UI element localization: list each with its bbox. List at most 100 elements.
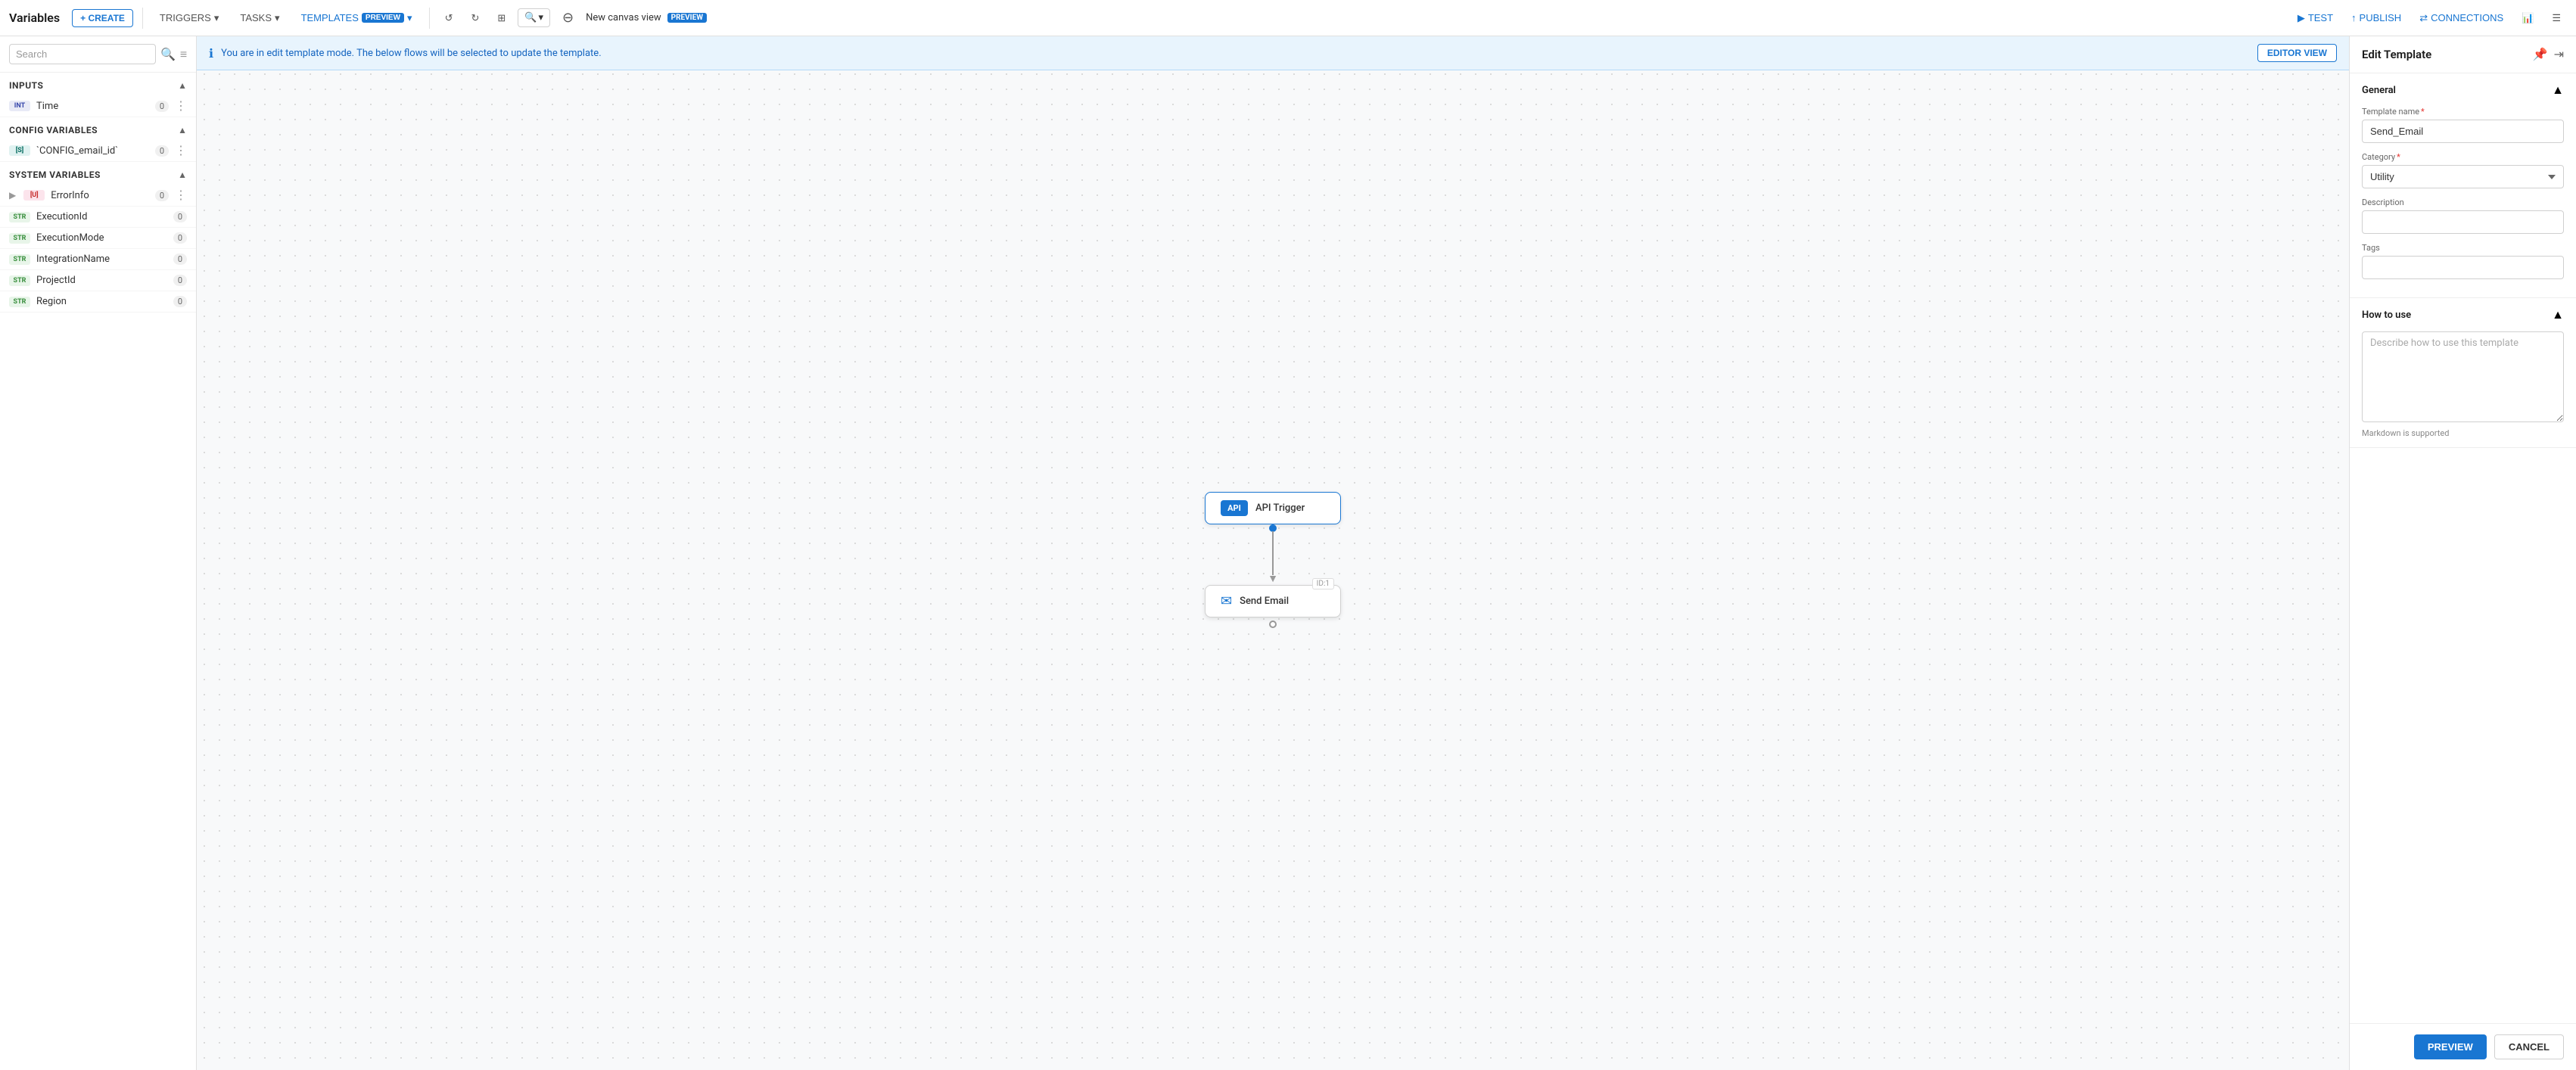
config-section-header[interactable]: Config Variables ▲	[0, 117, 196, 140]
connector-arrow-icon: ▼	[1268, 572, 1278, 585]
connections-button[interactable]: ⇄ CONNECTIONS	[2413, 9, 2509, 27]
list-item: ▶ [U] ErrorInfo 0 ⋮	[0, 185, 196, 207]
canvas[interactable]: ℹ You are in edit template mode. The bel…	[197, 36, 2349, 1070]
node-bottom-dot	[1269, 621, 1277, 628]
var-name: `CONFIG_email_id`	[36, 145, 149, 157]
config-chevron-icon: ▲	[178, 125, 187, 135]
list-item: [S] `CONFIG_email_id` 0 ⋮	[0, 140, 196, 162]
list-item: STR ProjectId 0	[0, 270, 196, 291]
more-menu-icon[interactable]: ⋮	[175, 145, 187, 157]
general-section-header[interactable]: General ▲	[2362, 82, 2564, 98]
test-label: TEST	[2308, 12, 2333, 23]
triggers-chevron-icon: ▾	[214, 12, 219, 24]
zoom-out-icon: ⊖	[562, 10, 574, 26]
description-label: Description	[2362, 198, 2564, 207]
how-to-use-chevron-icon: ▲	[2552, 307, 2564, 322]
send-email-node[interactable]: ID:1 ✉ Send Email	[1205, 585, 1341, 617]
flow-connector: ▼	[1268, 524, 1278, 585]
more-menu-icon[interactable]: ⋮	[175, 189, 187, 201]
type-badge: STR	[9, 275, 30, 286]
node-id-badge: ID:1	[1312, 578, 1334, 589]
triggers-tab[interactable]: TRIGGERS ▾	[152, 9, 226, 27]
var-name: Time	[36, 101, 149, 112]
how-to-use-section-header[interactable]: How to use ▲	[2362, 307, 2564, 322]
var-name: IntegrationName	[36, 254, 167, 265]
zoom-control[interactable]: 🔍 ▾	[518, 8, 550, 27]
inputs-section-title: Inputs	[9, 80, 43, 91]
required-indicator: *	[2397, 152, 2400, 162]
type-badge: [U]	[23, 190, 45, 201]
layout-icon: ⊞	[497, 12, 506, 24]
api-trigger-node[interactable]: API API Trigger	[1205, 492, 1341, 524]
expand-icon[interactable]: ▶	[9, 190, 16, 201]
templates-preview-badge: PREVIEW	[362, 13, 404, 23]
var-count: 0	[155, 101, 169, 112]
publish-button[interactable]: ↑ PUBLISH	[2345, 9, 2407, 26]
tags-label: Tags	[2362, 243, 2564, 253]
redo-button[interactable]: ↻	[465, 9, 485, 27]
connections-label: CONNECTIONS	[2431, 12, 2503, 23]
list-item: STR IntegrationName 0	[0, 249, 196, 270]
type-badge: INT	[9, 101, 30, 111]
sidebar-search-bar: 🔍 ≡	[0, 36, 196, 73]
how-to-use-textarea[interactable]	[2362, 331, 2564, 422]
api-badge: API	[1221, 500, 1248, 516]
banner-text: You are in edit template mode. The below…	[221, 48, 602, 59]
var-count: 0	[173, 232, 187, 244]
expand-icon: ⇥	[2554, 48, 2564, 61]
var-count: 0	[173, 275, 187, 286]
editor-view-button[interactable]: EDITOR VIEW	[2257, 44, 2337, 62]
tasks-tab[interactable]: TASKS ▾	[232, 9, 287, 27]
var-count: 0	[173, 254, 187, 265]
sidebar: 🔍 ≡ Inputs ▲ INT Time 0 ⋮ Config Variabl…	[0, 36, 197, 1070]
navbar: Variables + CREATE TRIGGERS ▾ TASKS ▾ TE…	[0, 0, 2576, 36]
general-section: General ▲ Template name * Category * Uti…	[2350, 73, 2576, 298]
category-select[interactable]: Utility Communication Data Custom	[2362, 165, 2564, 188]
system-section-header[interactable]: System Variables ▲	[0, 162, 196, 185]
test-button[interactable]: ▶ TEST	[2291, 9, 2339, 27]
inputs-list: INT Time 0 ⋮	[0, 95, 196, 117]
main-layout: 🔍 ≡ Inputs ▲ INT Time 0 ⋮ Config Variabl…	[0, 36, 2576, 1070]
zoom-out-button[interactable]: ⊖	[556, 7, 580, 29]
var-name: ProjectId	[36, 275, 167, 286]
connections-icon: ⇄	[2419, 12, 2428, 24]
create-button[interactable]: + CREATE	[72, 9, 133, 27]
panel-title: Edit Template	[2362, 48, 2431, 61]
panel-header: Edit Template 📌 ⇥	[2350, 36, 2576, 73]
search-input[interactable]	[9, 44, 156, 64]
inputs-section-header[interactable]: Inputs ▲	[0, 73, 196, 95]
markdown-note: Markdown is supported	[2362, 428, 2564, 438]
panel-footer: PREVIEW CANCEL	[2350, 1023, 2576, 1070]
cancel-button[interactable]: CANCEL	[2494, 1034, 2564, 1059]
template-name-field-group: Template name *	[2362, 107, 2564, 143]
list-item: STR ExecutionId 0	[0, 207, 196, 228]
filter-icon[interactable]: ≡	[180, 47, 187, 62]
description-input[interactable]	[2362, 210, 2564, 234]
type-badge: [S]	[9, 145, 30, 156]
type-badge: STR	[9, 254, 30, 265]
config-section-title: Config Variables	[9, 125, 98, 135]
list-item: STR ExecutionMode 0	[0, 228, 196, 249]
tags-input[interactable]	[2362, 256, 2564, 279]
play-icon: ▶	[2298, 12, 2305, 24]
node-bottom-connector	[1205, 617, 1341, 628]
template-name-input[interactable]	[2362, 120, 2564, 143]
pin-button[interactable]: 📌	[2533, 47, 2548, 62]
templates-label: TEMPLATES	[301, 12, 359, 23]
templates-tab[interactable]: TEMPLATES PREVIEW ▾	[294, 9, 420, 27]
analytics-button[interactable]: 📊	[2515, 9, 2540, 27]
more-menu-icon[interactable]: ⋮	[175, 100, 187, 112]
system-section-title: System Variables	[9, 170, 101, 180]
flow-diagram: API API Trigger ▼ ID:1 ✉ Send Email	[1205, 492, 1341, 628]
tags-field-group: Tags	[2362, 243, 2564, 279]
connector-line	[1272, 531, 1274, 575]
general-section-title: General	[2362, 85, 2396, 96]
preview-button[interactable]: PREVIEW	[2414, 1034, 2487, 1059]
layout-button[interactable]: ⊞	[491, 9, 512, 27]
undo-button[interactable]: ↺	[439, 9, 459, 27]
publish-label: PUBLISH	[2360, 12, 2402, 23]
triggers-label: TRIGGERS	[160, 12, 211, 23]
expand-panel-button[interactable]: ⇥	[2554, 47, 2564, 62]
menu-button[interactable]: ☰	[2546, 9, 2567, 27]
template-mode-banner: ℹ You are in edit template mode. The bel…	[197, 36, 2349, 70]
